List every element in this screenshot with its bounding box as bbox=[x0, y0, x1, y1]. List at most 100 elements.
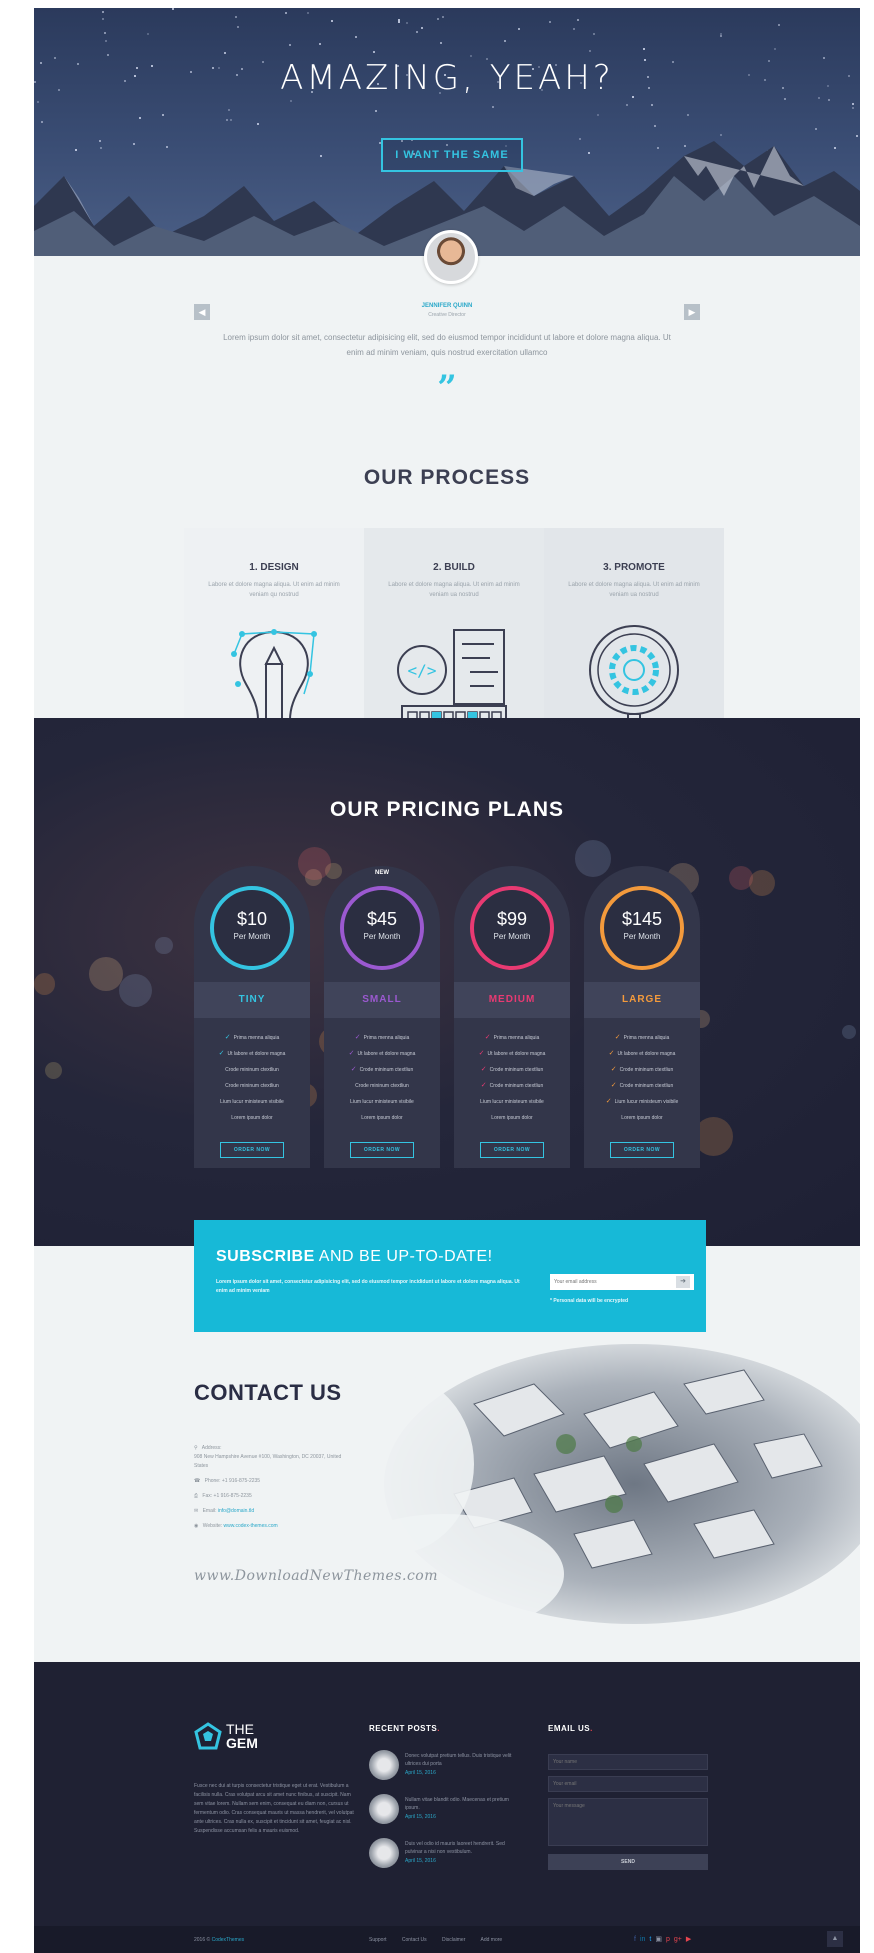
plan-name: MEDIUM bbox=[454, 982, 570, 1018]
arrow-up-icon[interactable]: ▲ bbox=[827, 1931, 843, 1947]
pricing-title-bold: PRICING PLANS bbox=[386, 798, 565, 821]
star bbox=[229, 119, 232, 122]
message-field[interactable] bbox=[548, 1798, 708, 1846]
post-date: April 15, 2016 bbox=[405, 1770, 436, 1776]
youtube-icon[interactable]: ▶ bbox=[686, 1936, 691, 1943]
googleplus-icon[interactable]: g+ bbox=[674, 1936, 682, 1943]
star bbox=[774, 47, 777, 50]
plan-feature: Lorem ipsum dolor bbox=[324, 1110, 440, 1126]
recent-post[interactable]: Duis vel odio id mauris laoreet hendreri… bbox=[369, 1838, 519, 1874]
plan-feature: Lorem ipsum dolor bbox=[454, 1110, 570, 1126]
footer-link-disclaimer[interactable]: Disclaimer bbox=[442, 1937, 465, 1943]
star bbox=[577, 19, 580, 22]
testimonial-avatar bbox=[424, 230, 478, 284]
star bbox=[421, 26, 424, 29]
check-icon: ✓ bbox=[605, 1098, 612, 1105]
process-step-title: 2. BUILD bbox=[433, 562, 475, 573]
copyright-brand-link[interactable]: CodexThemes bbox=[212, 1937, 245, 1943]
bokeh-light bbox=[749, 870, 776, 897]
hero-title: AMAZING, YEAH? bbox=[280, 58, 614, 98]
plan-feature-text: Crode mininum ctextliun bbox=[225, 1067, 279, 1073]
facebook-icon[interactable]: f bbox=[634, 1936, 636, 1943]
check-icon: ✓ bbox=[354, 1034, 361, 1041]
footer: THE GEM Fusce nec dui at turpis consecte… bbox=[34, 1662, 860, 1926]
contact-title-bold: CONTACT bbox=[194, 1380, 304, 1405]
bokeh-light bbox=[155, 936, 174, 955]
plan-feature-text: Prima menna aliquia bbox=[363, 1035, 410, 1041]
website-link[interactable]: www.codex-themes.com bbox=[224, 1523, 278, 1529]
contact-phone: ☎ Phone: +1 916-875-2235 bbox=[194, 1477, 354, 1486]
linkedin-icon[interactable]: in bbox=[640, 1936, 645, 1943]
plan-feature: ✓ Crode mininum ctextliun bbox=[454, 1062, 570, 1078]
arrow-right-icon[interactable]: ➜ bbox=[676, 1276, 690, 1288]
i-want-the-same-button[interactable]: I WANT THE SAME bbox=[381, 138, 523, 172]
star bbox=[161, 114, 164, 117]
logo-top: THE bbox=[226, 1721, 254, 1737]
plan-feature-text: Crode mininum ctextliun bbox=[225, 1083, 279, 1089]
footer-link-add-more[interactable]: Add more bbox=[481, 1937, 503, 1943]
bokeh-light bbox=[842, 1024, 857, 1039]
email-link[interactable]: info@domain.tld bbox=[218, 1508, 254, 1514]
contact-email: ✉ Email: info@domain.tld bbox=[194, 1507, 354, 1516]
recent-post[interactable]: Donec volutpat pretium tellus. Duis tris… bbox=[369, 1750, 519, 1786]
order-now-button[interactable]: ORDER NOW bbox=[350, 1142, 414, 1158]
recent-post[interactable]: Nullam vitae blandit odio. Maecenas et p… bbox=[369, 1794, 519, 1830]
recent-posts-title: RECENT POSTS bbox=[369, 1724, 438, 1733]
process-step-design: 1. DESIGN Labore et dolore magna aliqua.… bbox=[184, 528, 364, 740]
star bbox=[654, 125, 657, 128]
star bbox=[492, 105, 495, 108]
plan-period: Per Month bbox=[623, 932, 661, 941]
plan-feature: Crode mininum ctextliun bbox=[194, 1078, 310, 1094]
plan-feature: Lorem ipsum dolor bbox=[584, 1110, 700, 1126]
footer-link-support[interactable]: Support bbox=[369, 1937, 387, 1943]
pinterest-icon[interactable]: p bbox=[666, 1936, 670, 1943]
copyright-prefix: 2016 © bbox=[194, 1937, 211, 1943]
fax-value: Fax: +1 916-875-2235 bbox=[202, 1493, 252, 1499]
plan-name: TINY bbox=[194, 982, 310, 1018]
star bbox=[373, 50, 376, 53]
post-title: Nullam vitae blandit odio. Maecenas et p… bbox=[405, 1797, 509, 1811]
instagram-icon[interactable]: ▣ bbox=[655, 1936, 662, 1943]
phone-value: Phone: +1 916-875-2235 bbox=[204, 1478, 261, 1484]
star bbox=[573, 28, 576, 31]
website-label: Website: bbox=[202, 1523, 223, 1529]
quote-icon: ” bbox=[437, 368, 457, 408]
check-icon: ✓ bbox=[348, 1050, 355, 1057]
plan-feature-text: Lium lucur ministeum visibile bbox=[614, 1099, 679, 1105]
plan-feature-text: Ut labore et dolore magna bbox=[227, 1051, 286, 1057]
star bbox=[437, 17, 440, 20]
plan-feature: ✓ Lium lucur ministeum visibile bbox=[584, 1094, 700, 1110]
plan-feature-text: Lium lucur ministeum visibile bbox=[220, 1099, 284, 1105]
email-us-heading: EMAIL US. bbox=[548, 1724, 593, 1733]
star bbox=[651, 104, 654, 107]
star bbox=[783, 97, 786, 100]
post-thumbnail bbox=[369, 1838, 399, 1868]
testimonial-name: JENNIFER QUINN bbox=[421, 303, 473, 309]
star bbox=[815, 128, 818, 131]
subscribe-email-input[interactable] bbox=[550, 1274, 694, 1290]
order-now-button[interactable]: ORDER NOW bbox=[610, 1142, 674, 1158]
plan-name: LARGE bbox=[584, 982, 700, 1018]
star bbox=[440, 42, 443, 45]
star bbox=[172, 8, 175, 11]
email-field[interactable] bbox=[548, 1776, 708, 1792]
name-field[interactable] bbox=[548, 1754, 708, 1770]
logo-text[interactable]: THE GEM bbox=[226, 1722, 258, 1750]
order-now-button[interactable]: ORDER NOW bbox=[480, 1142, 544, 1158]
star bbox=[626, 103, 629, 106]
plan-feature: ✓ Crode mininum ctextliun bbox=[584, 1062, 700, 1078]
check-icon: ✓ bbox=[480, 1066, 487, 1073]
footer-link-contact[interactable]: Contact Us bbox=[402, 1937, 427, 1943]
email-label: Email: bbox=[202, 1508, 217, 1514]
phone-icon: ☎ bbox=[194, 1478, 201, 1484]
post-title: Donec volutpat pretium tellus. Duis tris… bbox=[405, 1753, 512, 1767]
order-now-button[interactable]: ORDER NOW bbox=[220, 1142, 284, 1158]
check-icon: ✓ bbox=[614, 1034, 621, 1041]
twitter-icon[interactable]: t bbox=[649, 1936, 651, 1943]
plan-feature-text: Lorem ipsum dolor bbox=[491, 1115, 533, 1121]
check-icon: ✓ bbox=[610, 1082, 617, 1089]
gem-logo-icon[interactable] bbox=[194, 1722, 222, 1750]
check-icon: ✓ bbox=[218, 1050, 225, 1057]
send-button[interactable]: SEND bbox=[548, 1854, 708, 1870]
post-title: Duis vel odio id mauris laoreet hendreri… bbox=[405, 1841, 505, 1855]
